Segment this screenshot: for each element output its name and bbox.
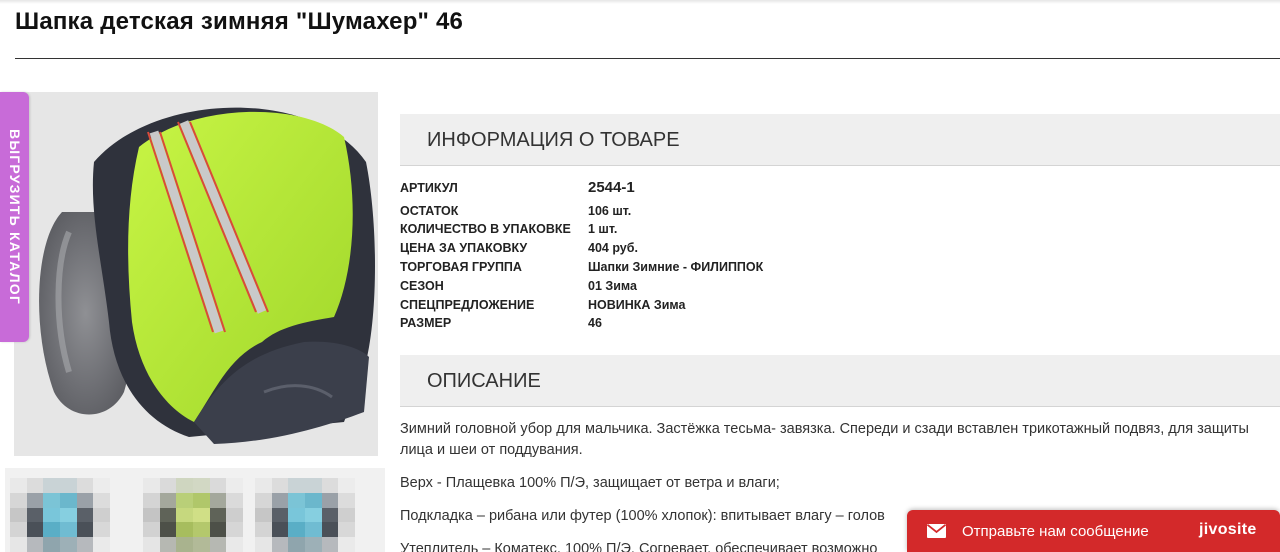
info-label: ОСТАТОК <box>400 204 459 218</box>
product-main-image[interactable] <box>14 92 378 456</box>
info-label: ЦЕНА ЗА УПАКОВКУ <box>400 241 528 255</box>
description-header: ОПИСАНИЕ <box>400 355 1280 407</box>
info-value: 404 руб. <box>588 241 638 255</box>
info-row-trade-group: ТОРГОВАЯ ГРУППА Шапки Зимние - ФИЛИППОК <box>400 260 1280 279</box>
top-shadow <box>0 0 1280 4</box>
info-label: РАЗМЕР <box>400 316 452 330</box>
hat-illustration <box>14 92 378 456</box>
description-paragraph: Верх - Плащевка 100% П/Э, защищает от ве… <box>400 475 780 491</box>
product-info-heading: ИНФОРМАЦИЯ О ТОВАРЕ <box>427 129 680 151</box>
info-row-season: СЕЗОН 01 Зима <box>400 279 1280 298</box>
chat-widget-label: Отправьте нам сообщение <box>962 523 1149 540</box>
info-value: 2544-1 <box>588 179 635 196</box>
info-value: НОВИНКА Зима <box>588 298 686 312</box>
info-row-pack-quantity: КОЛИЧЕСТВО В УПАКОВКЕ 1 шт. <box>400 222 1280 241</box>
info-label: АРТИКУЛ <box>400 181 458 195</box>
info-value: 46 <box>588 316 602 330</box>
info-label: СПЕЦПРЕДЛОЖЕНИЕ <box>400 298 535 312</box>
thumbnail-1[interactable] <box>10 478 110 552</box>
description-paragraph: Зимний головной убор для мальчика. Застё… <box>400 421 1249 458</box>
title-divider <box>15 58 1280 59</box>
info-row-article: АРТИКУЛ 2544-1 <box>400 179 1280 200</box>
info-row-stock: ОСТАТОК 106 шт. <box>400 204 1280 223</box>
export-catalog-tab[interactable]: ВЫГРУЗИТЬ КАТАЛОГ <box>0 92 29 342</box>
page-title: Шапка детская зимняя "Шумахер" 46 <box>15 8 464 35</box>
info-value: 01 Зима <box>588 279 637 293</box>
info-value: 1 шт. <box>588 222 618 236</box>
envelope-icon <box>927 524 946 538</box>
thumbnail-strip <box>5 468 385 552</box>
product-info-header: ИНФОРМАЦИЯ О ТОВАРЕ <box>400 114 1280 166</box>
chat-widget-button[interactable]: Отправьте нам сообщение jivosite <box>907 510 1280 552</box>
info-label: СЕЗОН <box>400 279 444 293</box>
info-label: КОЛИЧЕСТВО В УПАКОВКЕ <box>400 222 571 236</box>
info-value: Шапки Зимние - ФИЛИППОК <box>588 260 764 274</box>
thumbnail-2[interactable] <box>143 478 243 552</box>
info-row-special-offer: СПЕЦПРЕДЛОЖЕНИЕ НОВИНКА Зима <box>400 298 1280 317</box>
info-value: 106 шт. <box>588 204 632 218</box>
info-row-size: РАЗМЕР 46 <box>400 316 1280 335</box>
description-heading: ОПИСАНИЕ <box>427 370 541 392</box>
jivosite-logo: jivosite <box>1199 521 1257 538</box>
info-label: ТОРГОВАЯ ГРУППА <box>400 260 522 274</box>
export-catalog-label: ВЫГРУЗИТЬ КАТАЛОГ <box>7 129 23 305</box>
thumbnail-3[interactable] <box>255 478 355 552</box>
info-row-pack-price: ЦЕНА ЗА УПАКОВКУ 404 руб. <box>400 241 1280 260</box>
